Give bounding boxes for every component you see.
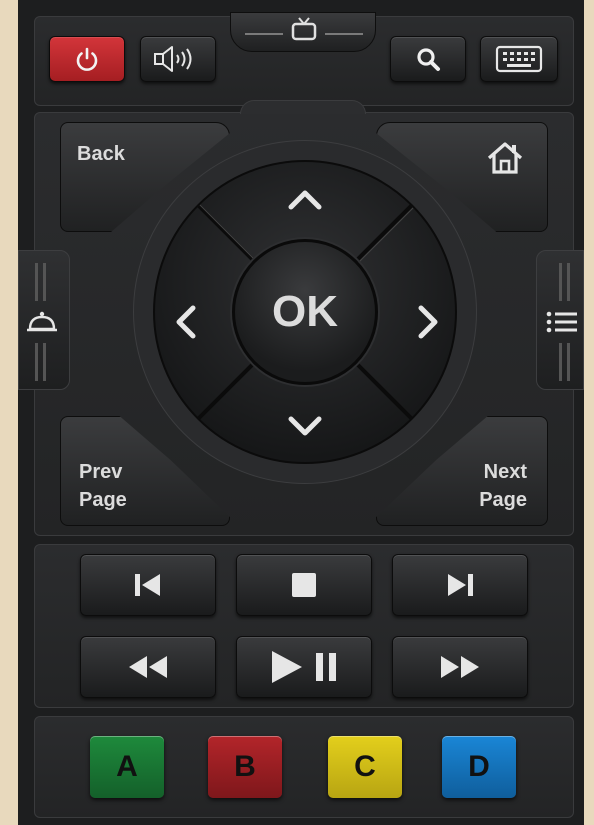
- next-page-label-line1: Next: [483, 461, 527, 483]
- keyboard-icon: [494, 44, 544, 74]
- left-side-tab[interactable]: [18, 250, 70, 390]
- search-button[interactable]: [390, 36, 466, 82]
- left-tab-groove-bottom: [35, 343, 38, 381]
- rewind-button[interactable]: [80, 636, 216, 698]
- prev-page-label-line2: Page: [79, 489, 127, 511]
- chevron-left-icon: [172, 303, 198, 346]
- chevron-down-icon: [286, 414, 324, 445]
- color-button-b-label: B: [234, 750, 256, 783]
- tv-tab-line-left: [245, 33, 283, 35]
- dpad-left-button[interactable]: [158, 282, 218, 362]
- stop-icon: [289, 570, 319, 600]
- rewind-icon: [125, 652, 171, 682]
- color-button-c[interactable]: C: [328, 736, 402, 798]
- panel-tab-bump: [240, 100, 366, 114]
- remote-control: Back Prev Page Next Page OK A B C D: [18, 0, 584, 825]
- list-icon: [545, 309, 579, 340]
- right-tab-groove-top: [559, 263, 562, 301]
- keyboard-button[interactable]: [480, 36, 558, 82]
- color-button-a[interactable]: A: [90, 736, 164, 798]
- right-side-tab[interactable]: [536, 250, 584, 390]
- search-icon: [415, 46, 441, 72]
- skip-next-button[interactable]: [392, 554, 528, 616]
- next-page-label-line2: Page: [479, 489, 527, 511]
- right-tab-groove-top-2: [567, 263, 570, 301]
- dpad-right-button[interactable]: [394, 282, 454, 362]
- ok-button[interactable]: OK: [232, 239, 378, 385]
- fast-forward-button[interactable]: [392, 636, 528, 698]
- power-button[interactable]: [49, 36, 125, 82]
- tv-icon: [289, 15, 319, 50]
- color-button-c-label: C: [354, 750, 376, 783]
- play-pause-button[interactable]: [236, 636, 372, 698]
- color-button-a-label: A: [116, 750, 138, 783]
- skip-next-icon: [442, 570, 478, 600]
- skip-previous-button[interactable]: [80, 554, 216, 616]
- dpad-up-button[interactable]: [265, 172, 345, 228]
- tv-tab[interactable]: [230, 12, 376, 52]
- color-button-d[interactable]: D: [442, 736, 516, 798]
- dpad-down-button[interactable]: [265, 398, 345, 454]
- volume-button[interactable]: [140, 36, 216, 82]
- left-tab-groove-top-2: [43, 263, 46, 301]
- back-label: Back: [77, 143, 125, 165]
- right-tab-groove-bottom: [559, 343, 562, 381]
- play-pause-icon: [264, 647, 344, 687]
- skip-previous-icon: [130, 570, 166, 600]
- ok-label: OK: [272, 287, 338, 336]
- chevron-right-icon: [416, 303, 442, 346]
- stop-button[interactable]: [236, 554, 372, 616]
- right-tab-groove-bottom-2: [567, 343, 570, 381]
- service-bell-icon: [25, 309, 59, 340]
- color-button-d-label: D: [468, 750, 490, 783]
- home-icon: [485, 139, 525, 184]
- chevron-up-icon: [286, 186, 324, 217]
- power-icon: [73, 45, 101, 73]
- fast-forward-icon: [437, 652, 483, 682]
- color-button-b[interactable]: B: [208, 736, 282, 798]
- left-tab-groove-bottom-2: [43, 343, 46, 381]
- tv-tab-line-right: [325, 33, 363, 35]
- left-tab-groove-top: [35, 263, 38, 301]
- volume-icon: [152, 44, 204, 74]
- prev-page-label-line1: Prev: [79, 461, 123, 483]
